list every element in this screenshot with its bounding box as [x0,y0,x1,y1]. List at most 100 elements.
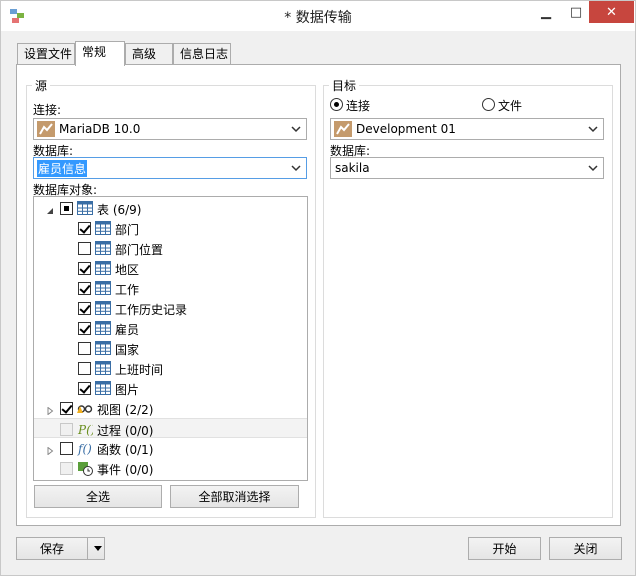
tree-node-table[interactable]: 图片 [34,378,307,398]
mariadb-icon [37,121,55,137]
svg-text:f(): f() [77,442,92,456]
maximize-button[interactable]: □ [561,1,591,23]
tree-node-label: 工作历史记录 [115,303,188,317]
start-button[interactable]: 开始 [468,537,541,560]
tab-message-log[interactable]: 信息日志 [173,43,231,65]
deselect-all-button[interactable]: 全部取消选择 [170,485,299,508]
tree-node-table[interactable]: 工作历史记录 [34,298,307,318]
table-icon [95,360,111,376]
tree-node-group[interactable]: f() 函数 (0/1) [34,438,307,458]
tree-checkbox[interactable] [78,322,91,335]
tree-node-label: 国家 [115,343,140,357]
tree-checkbox[interactable] [78,242,91,255]
svg-text:P(): P() [77,423,93,437]
view-glasses-icon [77,400,93,416]
table-icon [95,280,111,296]
target-connection-select[interactable]: Development 01 [330,118,604,140]
tree-node-group[interactable]: P() 过程 (0/0) [34,418,307,438]
tree-node-label: 图片 [115,383,140,397]
mariadb-icon [334,121,352,137]
close-window-button[interactable]: ✕ [589,1,634,23]
procedure-icon: P() [77,421,96,437]
target-connection-radio[interactable] [330,98,343,111]
caret-down-icon [93,545,102,551]
title-bar: * 数据传输 ▁ □ ✕ [1,1,635,31]
table-icon [95,340,111,356]
tree-checkbox[interactable] [78,222,91,235]
table-icon [77,200,93,216]
tree-checkbox[interactable] [78,342,91,355]
target-group-title: 目标 [329,77,360,94]
chevron-down-icon [291,126,301,133]
source-database-value: 雇员信息 [37,159,88,177]
target-connection-radio-label: 连接 [346,99,371,113]
tree-node-table[interactable]: 上班时间 [34,358,307,378]
source-connection-label: 连接: [33,103,62,117]
save-button[interactable]: 保存 [16,537,105,560]
chevron-down-icon [291,165,301,172]
tree-node-label: 视图 (2/2) [97,403,154,417]
tab-general[interactable]: 常规 [75,41,125,66]
tree-node-label: 函数 (0/1) [97,443,154,457]
tree-node-table[interactable]: 部门位置 [34,238,307,258]
chevron-down-icon [588,126,598,133]
tree-node-label: 过程 (0/0) [97,424,154,438]
tree-node-table[interactable]: 地区 [34,258,307,278]
tree-node-label: 部门位置 [115,243,164,257]
tree-checkbox[interactable] [78,262,91,275]
expanded-arrow-icon[interactable] [46,204,54,214]
target-database-select[interactable]: sakila [330,157,604,179]
tree-checkbox[interactable] [78,282,91,295]
table-icon [95,380,111,396]
tree-node-label: 上班时间 [115,363,164,377]
collapsed-arrow-icon[interactable] [46,444,54,456]
tree-checkbox [60,462,73,475]
tree-node-label: 地区 [115,263,140,277]
target-file-radio-label: 文件 [498,99,523,113]
tree-checkbox [60,423,73,436]
tree-checkbox[interactable] [60,202,73,215]
tree-checkbox[interactable] [78,362,91,375]
tree-node-group[interactable]: 表 (6/9) [34,198,307,218]
tree-checkbox[interactable] [78,382,91,395]
tree-node-label: 表 (6/9) [97,203,142,217]
table-icon [95,260,111,276]
select-all-button[interactable]: 全选 [34,485,162,508]
source-connection-select[interactable]: MariaDB 10.0 [33,118,307,140]
source-database-select[interactable]: 雇员信息 [33,157,307,179]
tree-node-table[interactable]: 雇员 [34,318,307,338]
data-transfer-window: * 数据传输 ▁ □ ✕ 设置文件 常规 高级 信息日志 源 连接: Maria… [0,0,636,576]
tree-checkbox[interactable] [78,302,91,315]
tab-profile[interactable]: 设置文件 [17,43,75,65]
save-dropdown-button[interactable] [87,538,107,559]
table-icon [95,300,111,316]
tree-checkbox[interactable] [60,442,73,455]
close-button[interactable]: 关闭 [549,537,622,560]
tree-node-table[interactable]: 工作 [34,278,307,298]
function-icon: f() [77,440,93,456]
minimize-button[interactable]: ▁ [531,1,561,23]
source-group-title: 源 [32,77,51,94]
tree-node-label: 雇员 [115,323,140,337]
tree-checkbox[interactable] [60,402,73,415]
tree-node-table[interactable]: 国家 [34,338,307,358]
collapsed-arrow-icon[interactable] [46,404,54,416]
tree-node-label: 工作 [115,283,140,297]
source-connection-value: MariaDB 10.0 [59,122,141,136]
target-connection-value: Development 01 [356,122,456,136]
tree-node-group[interactable]: 视图 (2/2) [34,398,307,418]
target-database-value: sakila [335,161,370,175]
event-clock-icon [77,460,93,476]
tree-node-table[interactable]: 部门 [34,218,307,238]
general-tab-panel: 源 连接: MariaDB 10.0 数据库: 雇员信息 数据库对象: 表 (6… [16,64,621,526]
table-icon [95,240,111,256]
tree-node-label: 事件 (0/0) [97,463,154,477]
database-objects-tree[interactable]: 表 (6/9) 部门部门位置地区工作工作历史记录 雇员国家上班时间图片视图 (2/2… [33,196,308,481]
target-file-radio[interactable] [482,98,495,111]
tree-node-label: 部门 [115,223,140,237]
tree-node-group[interactable]: 事件 (0/0) [34,458,307,478]
chevron-down-icon [588,165,598,172]
tab-advanced[interactable]: 高级 [125,43,173,65]
table-icon [95,320,111,336]
table-icon [95,220,111,236]
